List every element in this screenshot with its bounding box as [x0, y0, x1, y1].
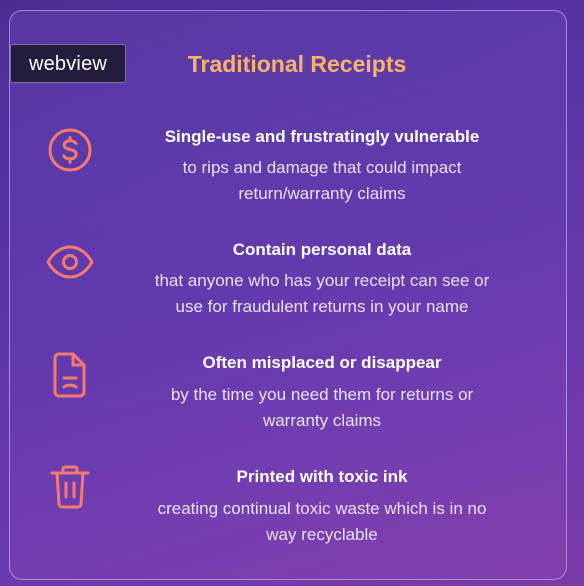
trash-icon [44, 461, 96, 513]
item-description-line: by the time you need them for returns or [170, 385, 474, 404]
item-heading: Single-use and frustratingly vulnerable [164, 127, 480, 146]
eye-icon [44, 236, 96, 288]
item-description-line: use for fraudulent returns in your name [175, 297, 469, 316]
item-description-line: creating continual toxic waste which is … [157, 499, 487, 518]
item-heading: Often misplaced or disappear [202, 353, 442, 372]
item-description-line: that anyone who has your receipt can see… [154, 271, 490, 290]
dollar-circle-icon [44, 124, 96, 176]
item-heading: Printed with toxic ink [236, 467, 408, 486]
webview-tooltip: webview [10, 44, 126, 83]
item-description-line: return/warranty claims [238, 184, 406, 203]
item-description-line: warranty claims [262, 411, 382, 430]
item-heading: Contain personal data [232, 240, 412, 259]
app-window: Traditional Receipts Single-use and frus… [0, 0, 584, 586]
item-description-line: to rips and damage that could impact [182, 158, 462, 177]
sad-document-icon [44, 349, 96, 401]
item-description-line: way recyclable [266, 525, 378, 544]
